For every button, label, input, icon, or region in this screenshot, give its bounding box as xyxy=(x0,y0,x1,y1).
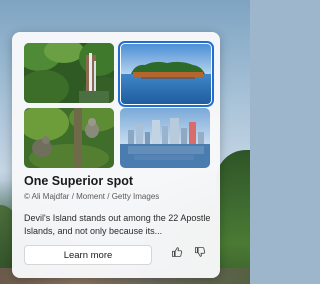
monkey-forest-thumbnail[interactable] xyxy=(24,108,114,168)
card-description: Devil's Island stands out among the 22 A… xyxy=(24,213,211,236)
thumbs-up-icon xyxy=(171,245,183,263)
like-button[interactable] xyxy=(170,247,184,261)
card-title: One Superior spot xyxy=(24,174,134,188)
city-skyline-thumbnail[interactable] xyxy=(120,108,210,168)
spotlight-card: One Superior spot © Ali Majdfar / Moment… xyxy=(12,32,220,278)
thumbs-down-icon xyxy=(194,245,206,263)
image-credit: © Ali Majdfar / Moment / Getty Images xyxy=(24,192,160,201)
waterfall-forest-thumbnail[interactable] xyxy=(24,43,114,103)
wallpaper-tree-right xyxy=(216,150,250,284)
dislike-button[interactable] xyxy=(193,247,207,261)
learn-more-button[interactable]: Learn more xyxy=(24,245,152,265)
island-lake-thumbnail[interactable] xyxy=(118,41,214,107)
